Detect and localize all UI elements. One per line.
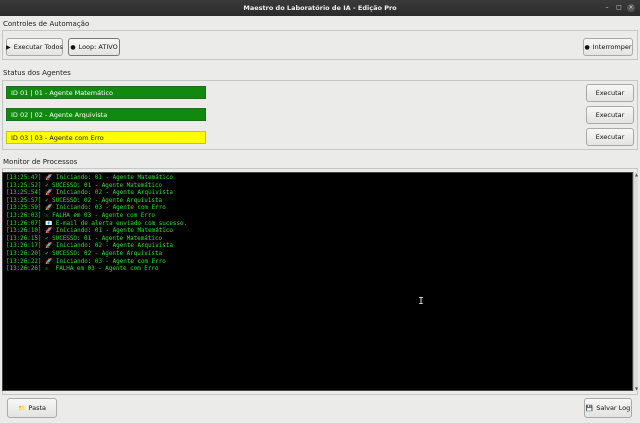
log-line: [13:25:47] 🚀 Iniciando: 01 - Agente Mate… <box>6 175 173 181</box>
console-scrollbar[interactable]: ▲ ▼ <box>633 172 638 391</box>
stop-label: Interromper <box>592 43 632 51</box>
log-line: [13:25:59] 🚀 Iniciando: 03 - Agente com … <box>6 205 166 212</box>
run-all-label: Executar Todos <box>13 43 63 51</box>
agents-section-label: Status dos Agentes <box>3 69 71 77</box>
log-line: [13:26:03] ⚠ FALHA em 03 - Agente com Er… <box>6 212 155 219</box>
loop-toggle-button[interactable]: ● Loop: ATIVO <box>68 38 120 56</box>
log-line: [13:26:20] ✓ SUCESSO: 02 - Agente Arquiv… <box>6 250 163 257</box>
monitor-section-label: Monitor de Processos <box>3 158 78 166</box>
stop-button[interactable]: ● Interromper <box>583 38 633 56</box>
close-icon[interactable]: × <box>627 4 635 12</box>
loop-label: Loop: ATIVO <box>78 43 118 51</box>
run-agent-01-button[interactable]: Executar <box>586 84 634 102</box>
process-log-console[interactable]: [13:25:47] 🚀 Iniciando: 01 - Agente Mate… <box>2 172 633 391</box>
folder-label: Pasta <box>28 404 46 412</box>
window-titlebar[interactable]: Maestro do Laboratório de IA - Edição Pr… <box>0 0 640 16</box>
scroll-down-icon[interactable]: ▼ <box>634 386 639 391</box>
minimize-icon[interactable]: – <box>603 4 611 12</box>
log-line: [13:26:10] 🚀 Iniciando: 01 - Agente Mate… <box>6 228 173 235</box>
log-line: [13:26:17] 🚀 Iniciando: 02 - Agente Arqu… <box>6 243 173 250</box>
log-line: [13:25:54] 🚀 Iniciando: 02 - Agente Arqu… <box>6 190 173 197</box>
folder-icon: 📁 <box>17 404 26 412</box>
agent-status-bar-01: ID 01 | 01 - Agente Matemático <box>6 86 206 99</box>
play-icon: ▶ <box>6 43 11 51</box>
automation-section-label: Controles de Automação <box>3 20 90 28</box>
text-cursor-icon: I <box>418 296 425 307</box>
save-log-label: Salvar Log <box>596 404 631 412</box>
save-log-button[interactable]: 💾 Salvar Log <box>584 398 632 418</box>
run-all-button[interactable]: ▶ Executar Todos <box>6 38 63 56</box>
maximize-icon[interactable]: □ <box>615 4 623 12</box>
agent-status-bar-02: ID 02 | 02 - Agente Arquivista <box>6 108 206 121</box>
loop-status-icon: ● <box>70 43 76 51</box>
scroll-up-icon[interactable]: ▲ <box>634 172 639 177</box>
log-line: [13:26:26] ⚠ FALHA em 03 - Agente com Er… <box>6 266 159 273</box>
log-line: [13:26:22] 🚀 Iniciando: 03 - Agente com … <box>6 258 166 265</box>
window-title: Maestro do Laboratório de IA - Edição Pr… <box>243 4 397 12</box>
stop-icon: ● <box>584 43 590 51</box>
open-folder-button[interactable]: 📁 Pasta <box>7 398 57 418</box>
run-agent-02-button[interactable]: Executar <box>586 106 634 124</box>
save-icon: 💾 <box>585 404 594 412</box>
run-agent-03-button[interactable]: Executar <box>586 128 634 146</box>
agent-status-bar-03: ID 03 | 03 - Agente com Erro <box>6 131 206 144</box>
